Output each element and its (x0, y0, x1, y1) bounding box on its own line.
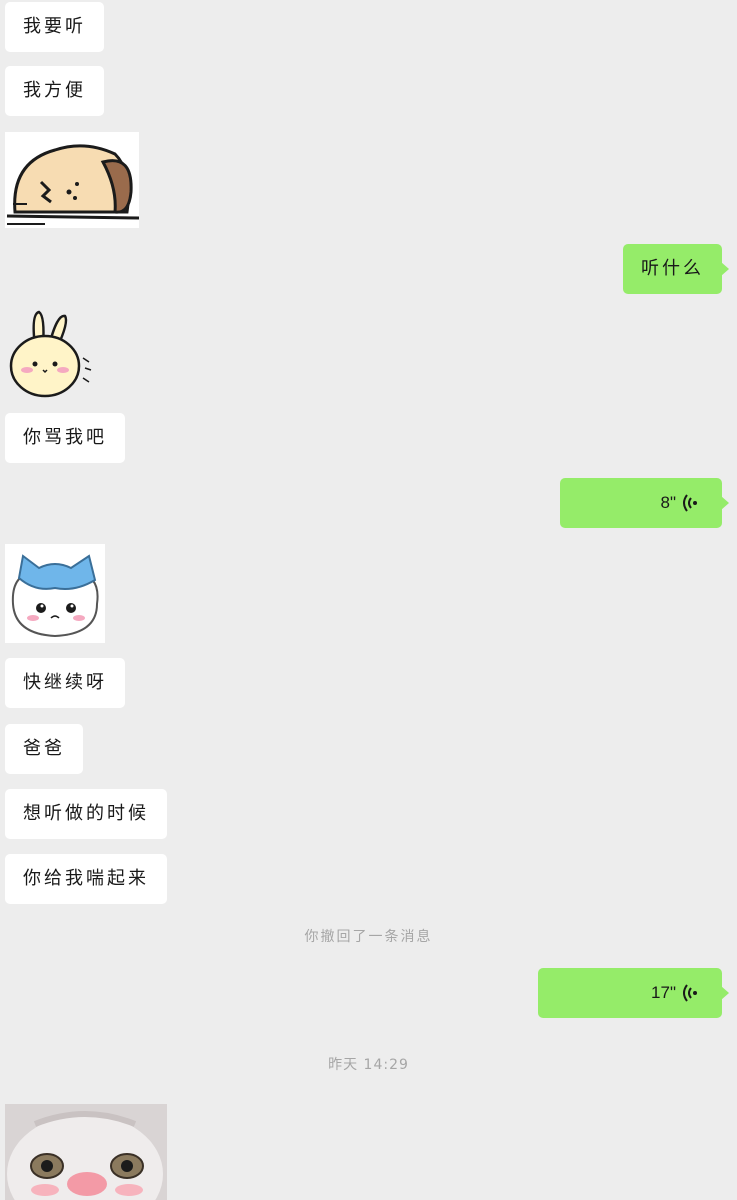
recall-notice: 你撤回了一条消息 (304, 929, 433, 945)
incoming-message[interactable]: 我要听 (5, 2, 104, 52)
chat-area: 我要听 我方便 听什么 你骂我吧 8" 快继续呀 爸爸 想听做的时候 你给我喘起… (0, 0, 737, 1200)
incoming-message[interactable]: 爸爸 (5, 724, 83, 774)
incoming-message[interactable]: 你骂我吧 (5, 413, 125, 463)
bunny-sticker[interactable] (5, 308, 95, 400)
voice-wave-icon (683, 983, 697, 1002)
outgoing-message[interactable]: 听什么 (623, 244, 729, 294)
blue-hat-cat-sticker[interactable] (5, 544, 105, 643)
incoming-message[interactable]: 快继续呀 (5, 658, 125, 708)
timestamp: 昨天 14:29 (328, 1057, 409, 1073)
crying-cat-photo-sticker[interactable] (5, 1104, 167, 1200)
voice-duration: 8" (660, 493, 677, 512)
voice-message[interactable]: 8" (560, 478, 729, 528)
incoming-message[interactable]: 我方便 (5, 66, 104, 116)
voice-duration: 17" (651, 983, 676, 1002)
voice-wave-icon (683, 493, 697, 512)
sleeping-dog-sticker[interactable] (5, 132, 139, 228)
incoming-message[interactable]: 你给我喘起来 (5, 854, 167, 904)
voice-message[interactable]: 17" (538, 968, 729, 1018)
incoming-message[interactable]: 想听做的时候 (5, 789, 167, 839)
